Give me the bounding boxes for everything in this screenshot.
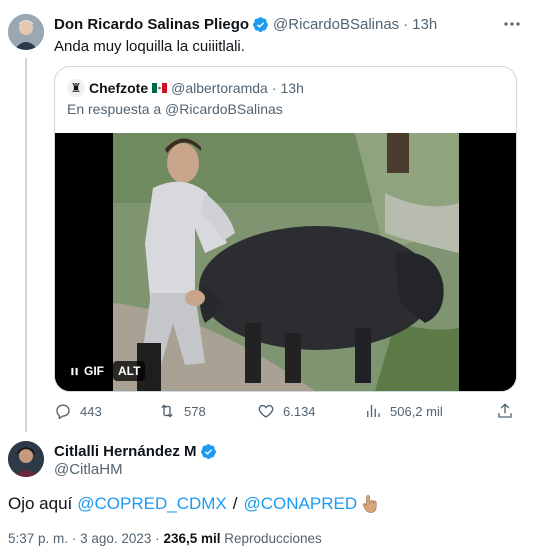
gif-badge[interactable]: GIF bbox=[65, 361, 109, 381]
reply-author-handle[interactable]: @CitlaHM bbox=[54, 461, 123, 478]
gif-media[interactable]: GIF ALT bbox=[55, 133, 516, 391]
quoted-author-handle: @albertoramda bbox=[171, 80, 268, 96]
gif-frame-image bbox=[55, 133, 516, 391]
media-badges: GIF ALT bbox=[65, 361, 146, 381]
post-date[interactable]: 3 ago. 2023 bbox=[80, 531, 151, 546]
quoted-timestamp: 13h bbox=[280, 80, 304, 96]
slash-separator: / bbox=[232, 494, 238, 513]
retweet-count: 578 bbox=[184, 403, 206, 419]
quoted-author-name: Chefzote bbox=[89, 80, 149, 96]
separator-dot: · bbox=[71, 531, 77, 546]
alt-text-badge[interactable]: ALT bbox=[113, 361, 146, 381]
avatar[interactable] bbox=[8, 14, 44, 50]
views-button[interactable]: 506,2 mil bbox=[364, 402, 443, 420]
more-options-icon[interactable] bbox=[502, 14, 522, 34]
action-bar: 443 578 6.134 506,2 mil bbox=[54, 402, 516, 422]
post-time[interactable]: 5:37 p. m. bbox=[8, 531, 68, 546]
views-number: 236,5 mil bbox=[163, 531, 221, 546]
gif-label: GIF bbox=[84, 364, 104, 378]
mexico-flag-icon bbox=[152, 83, 168, 93]
quoted-tweet-header: ♜ Chefzote @albertoramda · 13h bbox=[67, 79, 304, 97]
reply-count: 443 bbox=[80, 403, 102, 419]
reply-icon bbox=[56, 404, 70, 420]
share-icon bbox=[498, 403, 512, 418]
thread-connector-line bbox=[25, 58, 27, 432]
separator-dot: · bbox=[155, 531, 160, 546]
author-name[interactable]: Don Ricardo Salinas Pliego bbox=[54, 16, 249, 33]
mention-link-copred[interactable]: @COPRED_CDMX bbox=[77, 494, 227, 514]
reply-meta: 5:37 p. m. · 3 ago. 2023 · 236,5 mil Rep… bbox=[8, 531, 322, 546]
share-button[interactable] bbox=[496, 402, 514, 420]
views-count: 506,2 mil bbox=[390, 403, 443, 419]
separator-dot: · bbox=[271, 80, 277, 96]
quoted-avatar: ♜ bbox=[67, 79, 85, 97]
reply-context: En respuesta a @RicardoBSalinas bbox=[67, 101, 283, 117]
avatar[interactable] bbox=[8, 441, 44, 477]
separator-dot: · bbox=[403, 16, 409, 33]
verified-badge-icon bbox=[252, 16, 269, 33]
tweet-timestamp[interactable]: 13h bbox=[412, 16, 437, 33]
tweet-header: Don Ricardo Salinas Pliego @RicardoBSali… bbox=[54, 16, 437, 33]
quoted-tweet-card[interactable]: ♜ Chefzote @albertoramda · 13h En respue… bbox=[54, 66, 517, 392]
reply-header: Citlalli Hernández M bbox=[54, 443, 217, 460]
views-bar-chart-icon bbox=[367, 405, 380, 417]
retweet-button[interactable]: 578 bbox=[158, 402, 206, 420]
tweet-text: Anda muy loquilla la cuiiitlali. bbox=[54, 38, 245, 55]
reply-text-prefix: Ojo aquí bbox=[8, 494, 73, 513]
retweet-icon bbox=[161, 404, 173, 418]
verified-badge-icon bbox=[200, 443, 217, 460]
like-count: 6.134 bbox=[283, 403, 316, 419]
reply-author-name[interactable]: Citlalli Hernández M bbox=[54, 443, 197, 460]
author-handle[interactable]: @RicardoBSalinas bbox=[273, 16, 399, 33]
reply-button[interactable]: 443 bbox=[54, 402, 102, 420]
like-button[interactable]: 6.134 bbox=[257, 402, 316, 420]
pointing-up-hand-emoji-icon bbox=[361, 494, 379, 514]
heart-icon bbox=[258, 404, 274, 418]
views-label: Reproducciones bbox=[224, 531, 322, 546]
pause-icon bbox=[71, 367, 78, 375]
mention-link-conapred[interactable]: @CONAPRED bbox=[244, 494, 358, 514]
reply-text: Ojo aquí @COPRED_CDMX / @CONAPRED bbox=[8, 494, 379, 514]
